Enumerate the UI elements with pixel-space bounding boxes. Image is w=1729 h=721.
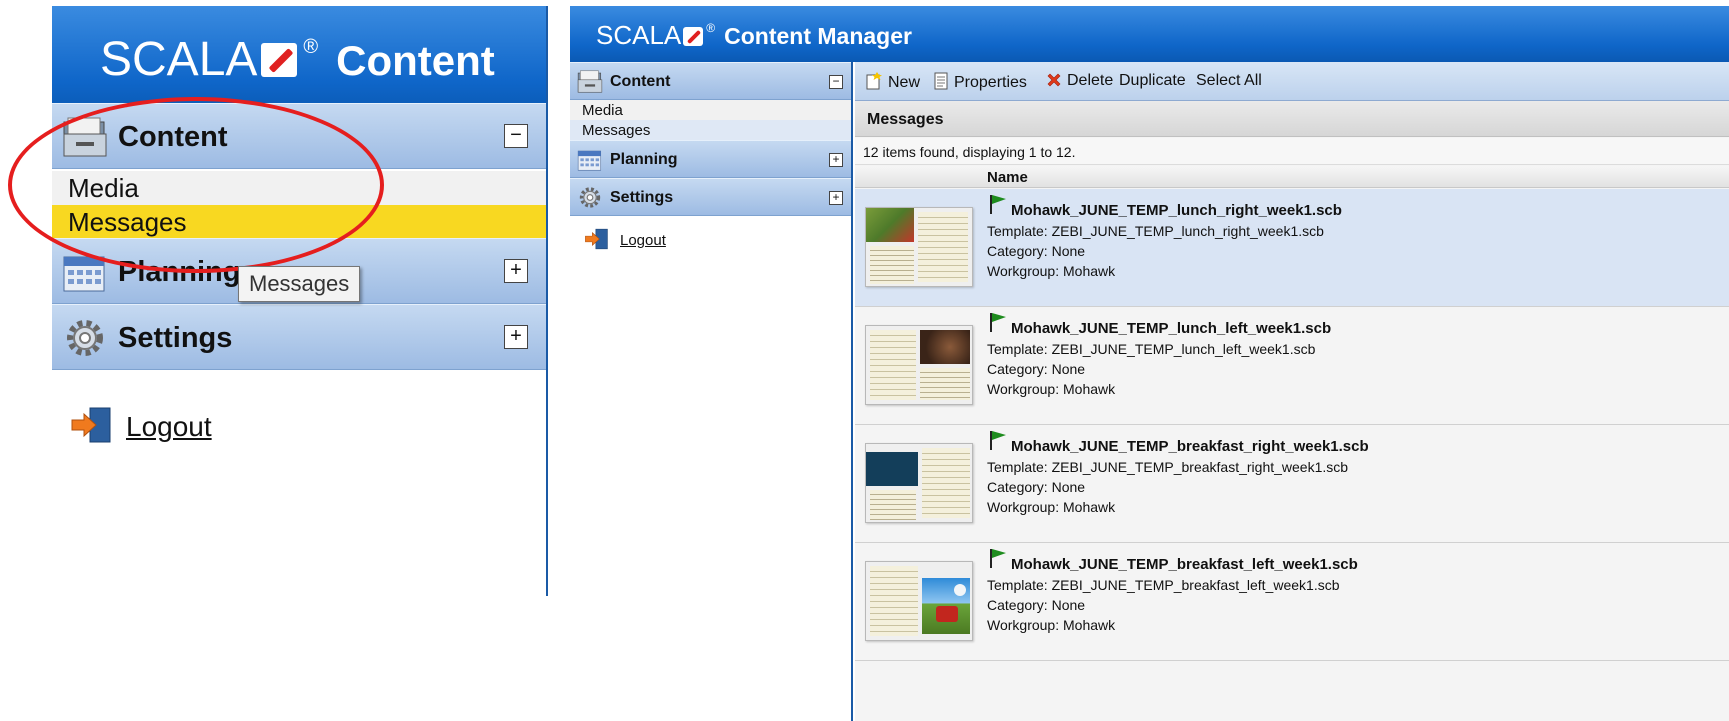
scala-logo-icon bbox=[261, 43, 298, 77]
red-annotation-ellipse bbox=[8, 97, 384, 273]
message-row[interactable]: Mohawk_JUNE_TEMP_lunch_right_week1.scb T… bbox=[855, 189, 1729, 307]
registered-mark: ® bbox=[706, 21, 716, 35]
gear-icon bbox=[67, 320, 103, 356]
message-workgroup: Workgroup: Mohawk bbox=[987, 263, 1116, 279]
flag-icon bbox=[990, 195, 1006, 214]
collapse-content-button[interactable]: − bbox=[829, 75, 843, 89]
nav-item-messages[interactable]: Messages bbox=[570, 120, 851, 141]
message-category: Category: None bbox=[987, 479, 1086, 495]
new-button[interactable]: New bbox=[865, 72, 920, 92]
product-name: Content Manager bbox=[724, 23, 912, 49]
logout-label: Logout bbox=[620, 232, 666, 249]
message-row[interactable]: Mohawk_JUNE_TEMP_breakfast_left_week1.sc… bbox=[855, 543, 1729, 661]
delete-button[interactable]: Delete bbox=[1046, 72, 1113, 90]
section-label-settings: Settings bbox=[118, 322, 233, 354]
header-bar: SCALA ® Content Manager bbox=[570, 6, 1729, 62]
product-name-cropped: Content bbox=[336, 37, 495, 84]
section-label-content: Content bbox=[610, 73, 671, 90]
flag-icon bbox=[990, 431, 1006, 450]
gear-icon bbox=[579, 187, 601, 208]
message-category: Category: None bbox=[987, 361, 1086, 377]
message-workgroup: Workgroup: Mohawk bbox=[987, 617, 1116, 633]
zoomed-logout-link[interactable]: Logout bbox=[70, 406, 212, 444]
message-workgroup: Workgroup: Mohawk bbox=[987, 381, 1116, 397]
message-name[interactable]: Mohawk_JUNE_TEMP_breakfast_left_week1.sc… bbox=[1011, 556, 1358, 573]
section-settings[interactable]: Settings + bbox=[570, 178, 851, 216]
column-header[interactable]: Name bbox=[855, 166, 1729, 188]
expand-settings-button[interactable]: + bbox=[504, 325, 528, 349]
toolbar: New Properties Delete Duplicate Select A… bbox=[855, 62, 1729, 101]
logout-icon bbox=[585, 228, 608, 250]
logout-label: Logout bbox=[126, 411, 212, 442]
message-category: Category: None bbox=[987, 597, 1086, 613]
result-count: 12 items found, displaying 1 to 12. bbox=[863, 144, 1076, 160]
zoomed-header-bar: SCALA ® Content bbox=[52, 6, 546, 114]
message-template: Template: ZEBI_JUNE_TEMP_lunch_left_week… bbox=[987, 341, 1316, 357]
expand-planning-button[interactable]: + bbox=[504, 259, 528, 283]
column-name-label: Name bbox=[987, 169, 1028, 186]
messages-tooltip: Messages bbox=[238, 266, 361, 302]
flag-icon bbox=[990, 313, 1006, 332]
sidebar: Content − Media Messages Planning + Sett… bbox=[570, 62, 853, 721]
message-name[interactable]: Mohawk_JUNE_TEMP_lunch_left_week1.scb bbox=[1011, 320, 1331, 337]
calendar-icon bbox=[577, 150, 602, 171]
zoomed-brand-title: SCALA ® Content bbox=[100, 32, 495, 87]
new-document-icon bbox=[866, 72, 882, 90]
flag-icon bbox=[990, 549, 1006, 568]
message-thumbnail bbox=[865, 443, 973, 523]
message-template: Template: ZEBI_JUNE_TEMP_breakfast_left_… bbox=[987, 577, 1340, 593]
logout-link[interactable]: Logout bbox=[584, 228, 666, 250]
properties-button[interactable]: Properties bbox=[933, 72, 1027, 92]
panel-title-bar: Messages bbox=[855, 101, 1729, 137]
collapse-content-button[interactable]: − bbox=[504, 124, 528, 148]
message-workgroup: Workgroup: Mohawk bbox=[987, 499, 1116, 515]
delete-icon bbox=[1047, 73, 1061, 87]
nav-item-media[interactable]: Media bbox=[570, 100, 851, 121]
message-thumbnail bbox=[865, 207, 973, 287]
zoomed-section-settings[interactable]: Settings + bbox=[52, 304, 546, 370]
message-name[interactable]: Mohawk_JUNE_TEMP_breakfast_right_week1.s… bbox=[1011, 438, 1369, 455]
brand-title: SCALA ® Content Manager bbox=[596, 20, 912, 51]
duplicate-button[interactable]: Duplicate bbox=[1119, 72, 1186, 90]
section-content[interactable]: Content − bbox=[570, 62, 851, 100]
scala-logo: SCALA bbox=[596, 20, 682, 50]
message-category: Category: None bbox=[987, 243, 1086, 259]
message-thumbnail bbox=[865, 325, 973, 405]
section-label-settings: Settings bbox=[610, 189, 674, 206]
scala-logo-icon bbox=[683, 27, 704, 46]
result-count-bar: 12 items found, displaying 1 to 12. bbox=[855, 138, 1729, 165]
scala-logo: SCALA bbox=[100, 33, 258, 86]
new-label: New bbox=[888, 74, 921, 91]
message-thumbnail bbox=[865, 561, 973, 641]
message-template: Template: ZEBI_JUNE_TEMP_breakfast_right… bbox=[987, 459, 1349, 475]
message-name[interactable]: Mohawk_JUNE_TEMP_lunch_right_week1.scb bbox=[1011, 202, 1342, 219]
panel-title: Messages bbox=[867, 111, 944, 128]
expand-settings-button[interactable]: + bbox=[829, 191, 843, 205]
section-label-planning: Planning bbox=[610, 151, 678, 168]
delete-label: Delete bbox=[1067, 72, 1114, 89]
message-row[interactable]: Mohawk_JUNE_TEMP_breakfast_right_week1.s… bbox=[855, 425, 1729, 543]
section-planning[interactable]: Planning + bbox=[570, 140, 851, 178]
select-all-button[interactable]: Select All bbox=[1196, 72, 1262, 90]
expand-planning-button[interactable]: + bbox=[829, 153, 843, 167]
logout-icon bbox=[71, 407, 111, 443]
folder-icon bbox=[577, 70, 603, 93]
registered-mark: ® bbox=[303, 36, 319, 58]
properties-icon bbox=[934, 72, 948, 90]
properties-label: Properties bbox=[954, 74, 1027, 91]
content-area: New Properties Delete Duplicate Select A… bbox=[855, 62, 1729, 721]
content-manager-window: SCALA ® Content Manager Content − Media Me… bbox=[570, 6, 1729, 721]
message-template: Template: ZEBI_JUNE_TEMP_lunch_right_wee… bbox=[987, 223, 1324, 239]
message-row[interactable]: Mohawk_JUNE_TEMP_lunch_left_week1.scb Te… bbox=[855, 307, 1729, 425]
